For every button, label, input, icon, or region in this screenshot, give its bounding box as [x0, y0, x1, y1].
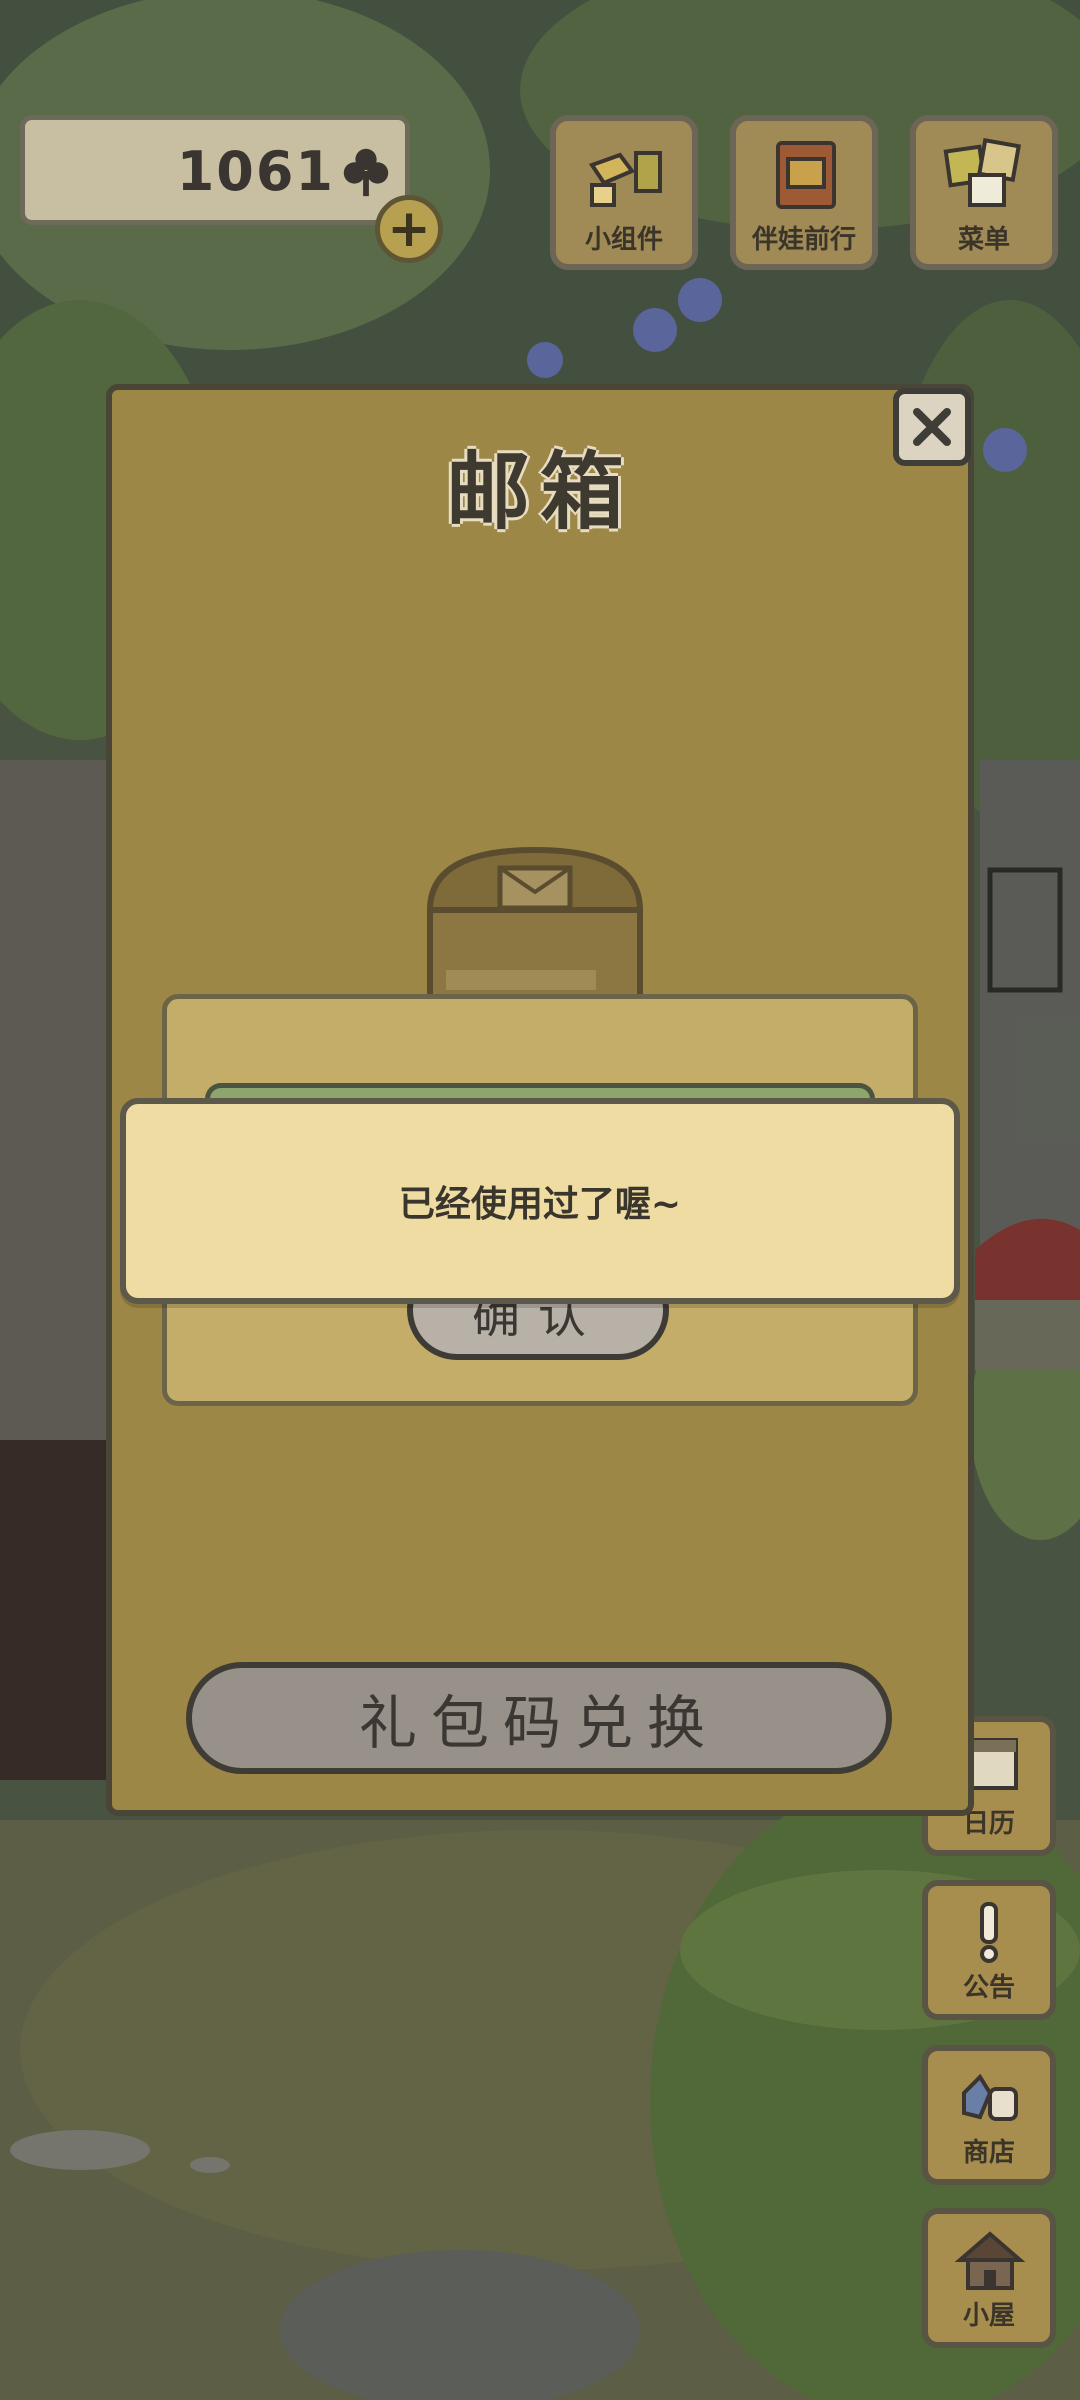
toast-text: 已经使用过了喔~	[398, 1184, 682, 1225]
toast-message: 已经使用过了喔~	[120, 1098, 960, 1304]
mail-chest-icon	[426, 846, 644, 1003]
menu-label: 菜单	[957, 225, 1010, 255]
widget-label: 小组件	[584, 225, 663, 255]
shop-icon	[962, 2073, 1018, 2121]
album-icon	[776, 141, 836, 209]
shop-button[interactable]: 商店	[922, 2045, 1056, 2185]
mailbox-title: 邮箱	[445, 443, 634, 541]
clover-counter: 1061	[20, 115, 410, 225]
close-icon	[913, 408, 951, 446]
redeem-code-button[interactable]: 礼包码兑换	[186, 1662, 892, 1774]
widget-button[interactable]: 小组件	[550, 115, 698, 270]
clover-count: 1061	[176, 140, 335, 203]
menu-icon	[943, 137, 1022, 207]
house-icon	[954, 2231, 1026, 2290]
album-label: 伴娃前行	[751, 225, 856, 255]
clover-icon	[343, 148, 389, 197]
close-button[interactable]	[893, 388, 971, 466]
exclamation-icon	[980, 1902, 998, 1963]
house-label: 小屋	[962, 2301, 1015, 2331]
shop-label: 商店	[962, 2138, 1015, 2168]
widget-icon	[588, 151, 662, 207]
notice-label: 公告	[962, 1973, 1015, 2003]
menu-button[interactable]: 菜单	[910, 115, 1058, 270]
notice-button[interactable]: 公告	[922, 1880, 1056, 2020]
album-button[interactable]: 伴娃前行	[730, 115, 878, 270]
house-button[interactable]: 小屋	[922, 2208, 1056, 2348]
add-clover-button[interactable]: +	[375, 195, 443, 263]
